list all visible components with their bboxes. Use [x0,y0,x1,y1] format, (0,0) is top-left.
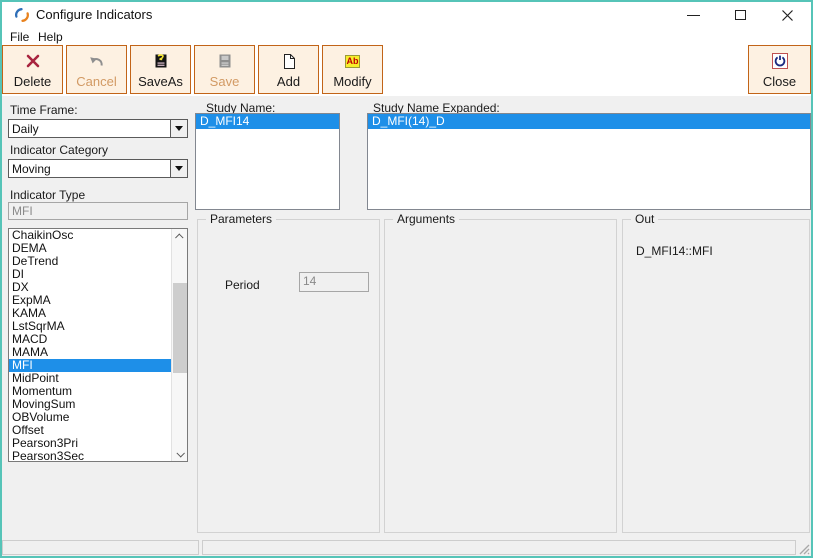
indicator-list-item[interactable]: MAMA [9,346,171,359]
indicator-type-field: MFI [8,202,188,220]
arguments-title: Arguments [393,212,460,226]
save-button[interactable]: Save [194,45,255,94]
title-bar: Configure Indicators [2,2,811,28]
period-label: Period [225,278,260,292]
toolbar: Delete Cancel SaveAs Save Add Ab Modify … [2,44,811,96]
parameters-title: Parameters [206,212,277,226]
menu-file[interactable]: File [6,29,33,45]
delete-label: Delete [13,74,52,89]
menu-help[interactable]: Help [34,29,67,45]
chevron-down-icon [176,448,185,458]
scroll-up-button[interactable] [172,229,187,244]
study-name-list[interactable]: D_MFI14 [195,113,340,210]
study-name-expanded-item[interactable]: D_MFI(14)_D [368,114,810,129]
chevron-up-icon [175,232,184,242]
minimize-icon [686,14,700,16]
status-panel-left [2,540,199,555]
scrollbar-thumb[interactable] [173,283,187,373]
modify-label: Modify [333,74,372,89]
time-frame-label: Time Frame: [10,103,78,117]
delete-x-icon [25,51,41,71]
undo-arrow-icon [88,51,105,71]
indicator-list-item[interactable]: DI [9,268,171,281]
saveas-label: SaveAs [138,74,183,89]
window-title: Configure Indicators [36,7,153,22]
chevron-down-icon[interactable] [170,160,187,177]
app-logo-icon [15,8,29,22]
save-as-floppy-icon [153,51,169,71]
indicator-list-scrollbar[interactable] [171,229,187,461]
cancel-label: Cancel [76,74,117,89]
maximize-button[interactable] [723,2,757,28]
indicator-category-select[interactable]: Moving [8,159,188,178]
status-panel-right [202,540,796,555]
chevron-down-icon[interactable] [170,120,187,137]
indicator-list-item[interactable]: Pearson3Sec [9,450,171,462]
cancel-button[interactable]: Cancel [66,45,127,94]
status-bar [2,539,811,556]
study-name-expanded-list[interactable]: D_MFI(14)_D [367,113,811,210]
save-label: Save [209,74,240,89]
minimize-button[interactable] [676,2,710,28]
out-value: D_MFI14::MFI [636,244,713,258]
study-name-item[interactable]: D_MFI14 [196,114,339,129]
out-title: Out [631,212,659,226]
new-page-icon [282,51,296,71]
delete-button[interactable]: Delete [2,45,63,94]
resize-grip[interactable] [798,543,810,555]
parameters-groupbox: Parameters Period 14 [197,212,380,533]
close-button[interactable]: Close [748,45,811,94]
maximize-icon [734,10,746,20]
power-icon [771,51,788,71]
saveas-button[interactable]: SaveAs [130,45,191,94]
out-groupbox: Out D_MFI14::MFI [622,212,810,533]
indicator-list[interactable]: ChaikinOsc DEMA DeTrend DI DX ExpMA KAMA LstSqr… [8,228,188,462]
arguments-groupbox: Arguments [384,212,617,533]
add-button[interactable]: Add [258,45,319,94]
modify-button[interactable]: Ab Modify [322,45,383,94]
configure-indicators-window: Configure Indicators File Help Delete Ca… [0,0,813,558]
close-window-button[interactable] [770,2,804,28]
period-field: 14 [299,272,369,292]
indicator-list-item[interactable]: DeTrend [9,255,171,268]
indicator-category-label: Indicator Category [10,143,109,157]
time-frame-select[interactable]: Daily [8,119,188,138]
menu-bar: File Help [2,28,811,44]
indicator-type-label: Indicator Type [10,188,86,202]
save-floppy-icon [217,51,233,71]
close-label: Close [762,74,797,89]
add-label: Add [276,74,301,89]
scroll-down-button[interactable] [172,446,187,461]
modify-ab-icon: Ab [345,54,360,68]
close-icon [781,9,793,21]
